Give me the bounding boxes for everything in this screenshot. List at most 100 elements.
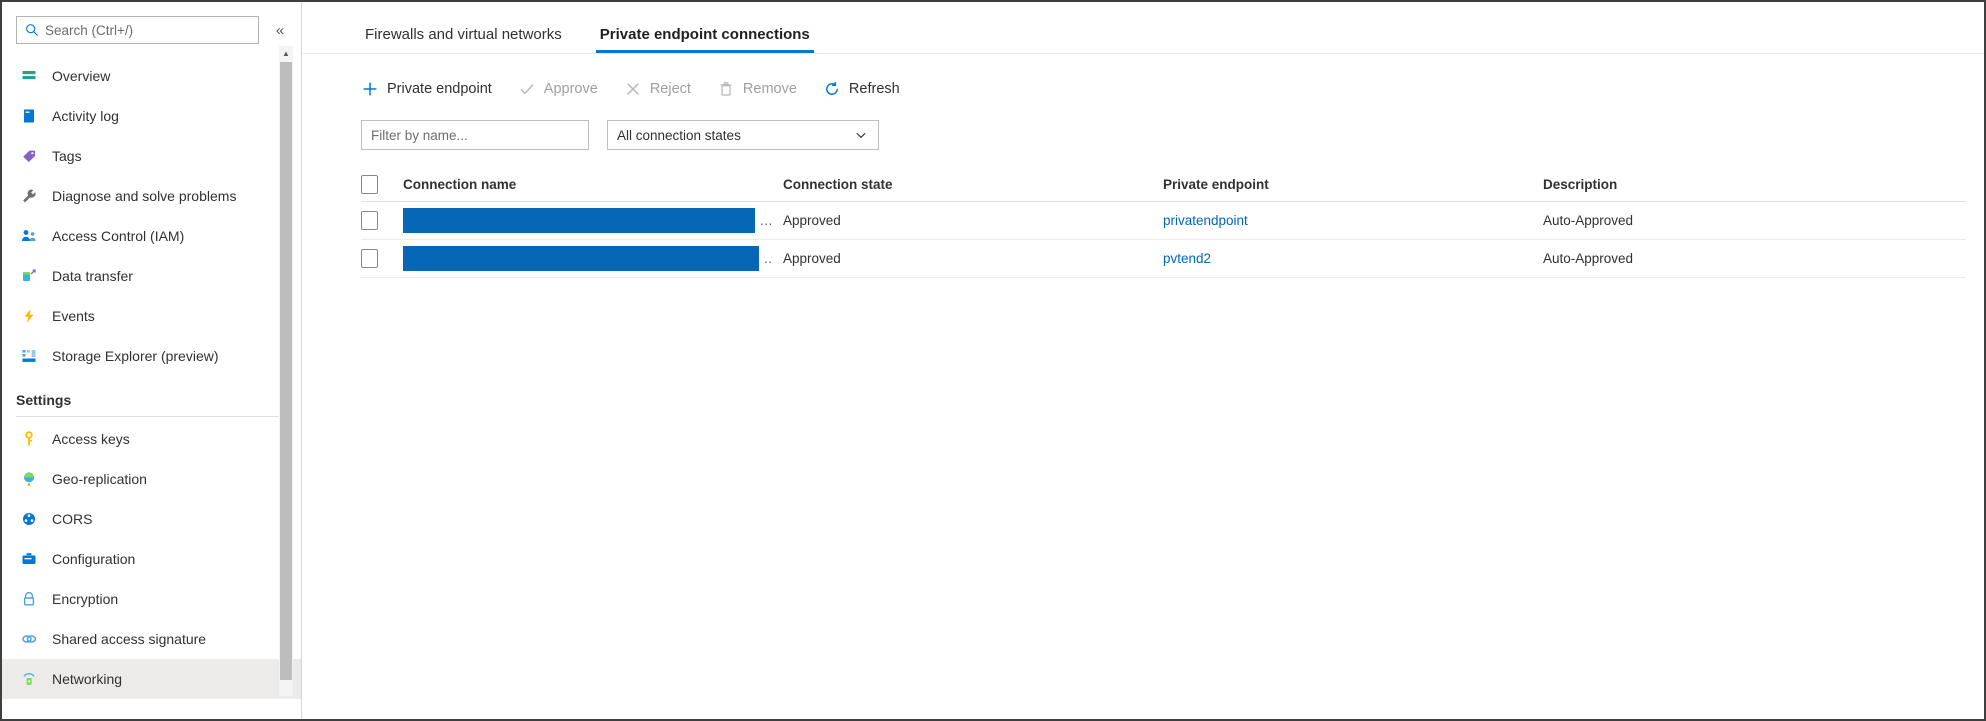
globe-icon (20, 470, 38, 488)
azure-portal-window: « Overview Activit (0, 0, 1986, 721)
column-header-connection-name: Connection name (403, 177, 517, 192)
row-checkbox[interactable] (361, 249, 378, 268)
scroll-up-icon[interactable]: ▲ (279, 46, 293, 60)
activity-log-icon (20, 107, 38, 125)
tag-icon (20, 147, 38, 165)
access-control-icon (20, 227, 38, 245)
column-header-connection-state: Connection state (783, 177, 893, 192)
tab-private-endpoint-connections[interactable]: Private endpoint connections (595, 26, 814, 53)
sidebar-search-row: « (2, 2, 301, 52)
networking-icon (20, 670, 38, 688)
config-icon (20, 550, 38, 568)
tab-firewalls-and-virtual-networks[interactable]: Firewalls and virtual networks (361, 26, 566, 53)
private-endpoint-button[interactable]: Private endpoint (361, 80, 492, 98)
sidebar-item-label: Activity log (52, 108, 119, 124)
search-box[interactable] (16, 16, 259, 44)
reject-button-label: Reject (649, 81, 691, 97)
scrollbar-thumb[interactable] (280, 62, 292, 680)
reject-button[interactable]: Reject (624, 80, 691, 98)
filter-bar: All connection states (303, 106, 1984, 150)
sidebar-item-shared-access-signature[interactable]: Shared access signature (2, 619, 301, 659)
refresh-button[interactable]: Refresh (823, 80, 900, 98)
sidebar-item-label: Storage Explorer (preview) (52, 348, 219, 364)
lightning-icon (20, 307, 38, 325)
column-header-private-endpoint: Private endpoint (1163, 177, 1269, 192)
cell-private-endpoint-link[interactable]: privatendpoint (1163, 213, 1543, 228)
sidebar: « Overview Activit (2, 2, 302, 719)
sidebar-item-label: Tags (52, 148, 82, 164)
remove-button[interactable]: Remove (717, 80, 797, 98)
trash-icon (717, 80, 735, 98)
sidebar-item-overview[interactable]: Overview (2, 56, 301, 96)
table-row[interactable]: ... Approved privatendpoint Auto-Approve… (361, 202, 1966, 240)
sidebar-item-label: Geo-replication (52, 471, 147, 487)
approve-button[interactable]: Approve (518, 80, 598, 98)
table-header-row: Connection name Connection state Private… (361, 168, 1966, 202)
sidebar-item-encryption[interactable]: Encryption (2, 579, 301, 619)
connection-state-select[interactable]: All connection states (607, 120, 879, 150)
sidebar-item-label: Configuration (52, 551, 136, 567)
sidebar-item-tags[interactable]: Tags (2, 136, 301, 176)
sidebar-item-label: Data transfer (52, 268, 133, 284)
cell-description: Auto-Approved (1543, 213, 1634, 228)
sidebar-item-diagnose[interactable]: Diagnose and solve problems (2, 176, 301, 216)
storage-explorer-icon (20, 347, 38, 365)
command-toolbar: Private endpoint Approve Reject Remove R… (303, 54, 1984, 106)
cross-icon (624, 80, 642, 98)
sidebar-item-events[interactable]: Events (2, 296, 301, 336)
lock-icon (20, 590, 38, 608)
sidebar-item-networking[interactable]: Networking (2, 659, 301, 699)
search-input[interactable] (45, 22, 258, 38)
sidebar-item-access-control[interactable]: Access Control (IAM) (2, 216, 301, 256)
chevron-down-icon (854, 128, 868, 142)
truncation-ellipsis: ... (760, 213, 773, 228)
collapse-left-icon[interactable]: « (269, 19, 291, 41)
sidebar-item-activity-log[interactable]: Activity log (2, 96, 301, 136)
cors-icon (20, 510, 38, 528)
filter-by-name-input[interactable] (361, 120, 589, 150)
sidebar-nav-list: Overview Activity log Tags Diagnose and … (2, 52, 301, 699)
sidebar-section-settings: Settings (16, 392, 72, 408)
select-all-cell (361, 175, 403, 194)
search-icon (25, 23, 39, 37)
sidebar-item-label: Diagnose and solve problems (52, 188, 237, 204)
sidebar-item-data-transfer[interactable]: Data transfer (2, 256, 301, 296)
sidebar-divider (16, 416, 285, 417)
refresh-button-label: Refresh (848, 81, 900, 97)
sidebar-item-label: Shared access signature (52, 631, 207, 647)
redacted-connection-name (403, 208, 755, 233)
private-endpoint-link[interactable]: privatendpoint (1163, 213, 1248, 228)
sidebar-item-cors[interactable]: CORS (2, 499, 301, 539)
wrench-icon (20, 187, 38, 205)
column-header-description: Description (1543, 177, 1618, 192)
private-endpoint-link[interactable]: pvtend2 (1163, 251, 1211, 266)
approve-button-label: Approve (543, 81, 598, 97)
sidebar-item-label: Networking (52, 671, 123, 687)
tab-bar: Firewalls and virtual networks Private e… (303, 2, 1984, 54)
link-icon (20, 630, 38, 648)
sidebar-item-label: Encryption (52, 591, 119, 607)
sidebar-item-configuration[interactable]: Configuration (2, 539, 301, 579)
select-all-checkbox[interactable] (361, 175, 378, 194)
data-transfer-icon (20, 267, 38, 285)
remove-button-label: Remove (742, 81, 797, 97)
sidebar-item-geo-replication[interactable]: Geo-replication (2, 459, 301, 499)
sidebar-item-label: Overview (52, 68, 111, 84)
row-checkbox[interactable] (361, 211, 378, 230)
sidebar-scrollbar[interactable]: ▲ (279, 46, 293, 696)
cell-connection-name: ... (403, 208, 783, 233)
cell-private-endpoint-link[interactable]: pvtend2 (1163, 251, 1543, 266)
sidebar-item-access-keys[interactable]: Access keys (2, 419, 301, 459)
redacted-connection-name (403, 246, 759, 271)
refresh-icon (823, 80, 841, 98)
truncation-ellipsis: .. (764, 251, 773, 266)
cell-connection-state: Approved (783, 251, 841, 266)
key-icon (20, 430, 38, 448)
sidebar-item-storage-explorer[interactable]: Storage Explorer (preview) (2, 336, 301, 376)
row-select-cell (361, 211, 403, 230)
sidebar-item-label: CORS (52, 511, 93, 527)
table-row[interactable]: .. Approved pvtend2 Auto-Approved (361, 240, 1966, 278)
plus-icon (361, 80, 379, 98)
cell-connection-state: Approved (783, 213, 841, 228)
sidebar-item-label: Access Control (IAM) (52, 228, 185, 244)
